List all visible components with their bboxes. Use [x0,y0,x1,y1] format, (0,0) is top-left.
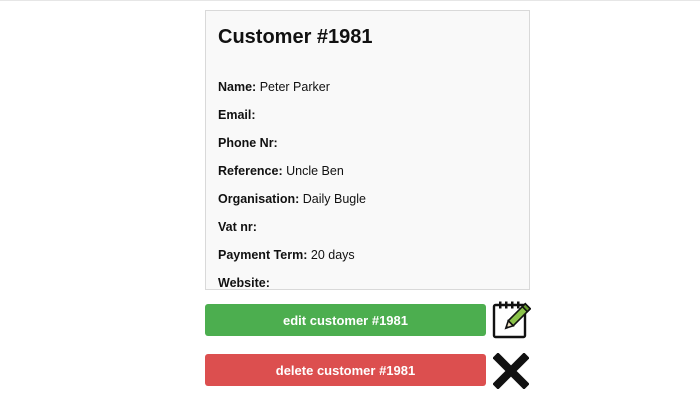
notepad-pencil-icon[interactable] [491,299,531,339]
edit-customer-button[interactable]: edit customer #1981 [205,304,486,336]
field-name: Name: Peter Parker [218,79,330,95]
delete-customer-button[interactable]: delete customer #1981 [205,354,486,386]
field-reference: Reference: Uncle Ben [218,163,344,179]
field-label: Reference: [218,164,283,178]
field-value: 20 days [310,248,355,262]
field-email: Email: [218,107,256,123]
field-payment-term: Payment Term: 20 days [218,247,355,263]
field-organisation: Organisation: Daily Bugle [218,191,366,207]
field-value: Peter Parker [259,80,330,94]
field-label: Email: [218,108,256,122]
customer-card: Customer #1981 Name: Peter Parker Email:… [205,10,530,290]
field-label: Payment Term: [218,248,308,262]
field-label: Phone Nr: [218,136,278,150]
field-phone: Phone Nr: [218,135,278,151]
field-label: Vat nr: [218,220,257,234]
field-label: Organisation: [218,192,300,206]
close-x-icon[interactable] [493,353,529,389]
field-value: Daily Bugle [302,192,366,206]
field-website: Website: [218,275,270,291]
customer-title: Customer #1981 [218,26,373,48]
top-divider [0,0,700,1]
field-vat: Vat nr: [218,219,257,235]
field-label: Name: [218,80,257,94]
field-value: Uncle Ben [286,164,344,178]
field-label: Website: [218,276,270,290]
